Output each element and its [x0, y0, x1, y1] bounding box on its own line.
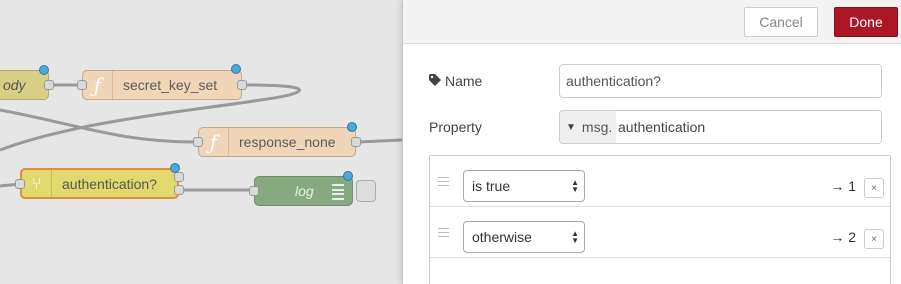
node-response-none-label: response_none: [239, 134, 336, 150]
node-authentication-label: authentication?: [62, 175, 157, 192]
output-port[interactable]: [44, 80, 54, 90]
rule-output-label: → 1: [830, 178, 856, 194]
done-button[interactable]: Done: [834, 7, 898, 37]
changed-indicator: [231, 64, 241, 74]
select-arrows-icon: ▲ ▼: [571, 229, 579, 245]
tag-icon: [429, 73, 441, 89]
changed-indicator: [343, 171, 353, 181]
select-arrows-icon: ▲ ▼: [571, 178, 579, 194]
edit-tray: Cancel Done Name authentication? Propert…: [402, 0, 901, 284]
property-value-input[interactable]: authentication: [616, 111, 705, 143]
node-response-none[interactable]: ƒ response_none: [198, 127, 356, 157]
property-typed-input[interactable]: ▼ msg. authentication: [559, 110, 882, 144]
tray-toolbar: Cancel Done: [403, 0, 901, 44]
node-secret-key-set[interactable]: ƒ secret_key_set: [82, 70, 242, 100]
debug-icon: [332, 184, 344, 200]
node-log-debug[interactable]: log: [254, 176, 353, 206]
flow-workspace[interactable]: ody ƒ secret_key_set ƒ response_none ⑂ a…: [0, 0, 402, 284]
cancel-button[interactable]: Cancel: [744, 7, 818, 37]
remove-rule-button[interactable]: ×: [864, 229, 884, 249]
name-row: Name authentication?: [429, 64, 889, 98]
output-port[interactable]: [237, 80, 247, 90]
rule-operator-select[interactable]: otherwise ▲ ▼: [463, 221, 585, 253]
property-label: Property: [429, 119, 482, 135]
node-authentication-switch[interactable]: ⑂ authentication?: [20, 168, 179, 199]
output-port-1[interactable]: [174, 172, 184, 182]
property-row: Property ▼ msg. authentication: [429, 110, 889, 144]
debug-toggle-button[interactable]: [356, 180, 376, 202]
name-label: Name: [429, 73, 533, 89]
drag-handle-icon[interactable]: [438, 177, 449, 186]
input-port[interactable]: [193, 137, 203, 147]
changed-indicator: [170, 163, 180, 173]
remove-rule-button[interactable]: ×: [864, 178, 884, 198]
rule-row: otherwise ▲ ▼ → 2 ×: [430, 207, 890, 258]
drag-handle-icon[interactable]: [438, 228, 449, 237]
node-log-label: log: [295, 183, 314, 199]
rules-list: is true ▲ ▼ → 1 × otherwise ▲ ▼ → 2 ×: [429, 155, 891, 284]
rule-output-label: → 2: [830, 229, 856, 245]
changed-indicator: [39, 65, 49, 75]
node-secret-key-set-label: secret_key_set: [123, 77, 218, 93]
output-port-2[interactable]: [174, 185, 184, 195]
rule-operator-select[interactable]: is true ▲ ▼: [463, 170, 585, 202]
function-icon: ƒ: [199, 128, 229, 156]
input-port[interactable]: [77, 80, 87, 90]
property-type-selector[interactable]: ▼ msg.: [560, 111, 616, 143]
caret-down-icon: ▼: [566, 121, 576, 133]
rule-row: is true ▲ ▼ → 1 ×: [430, 156, 890, 207]
node-body-label: ody: [3, 77, 26, 93]
output-port[interactable]: [351, 137, 361, 147]
input-port[interactable]: [15, 179, 25, 189]
switch-icon: ⑂: [22, 170, 52, 197]
function-icon: ƒ: [83, 71, 113, 99]
name-input[interactable]: authentication?: [559, 64, 882, 98]
input-port[interactable]: [249, 186, 259, 196]
changed-indicator: [347, 122, 357, 132]
